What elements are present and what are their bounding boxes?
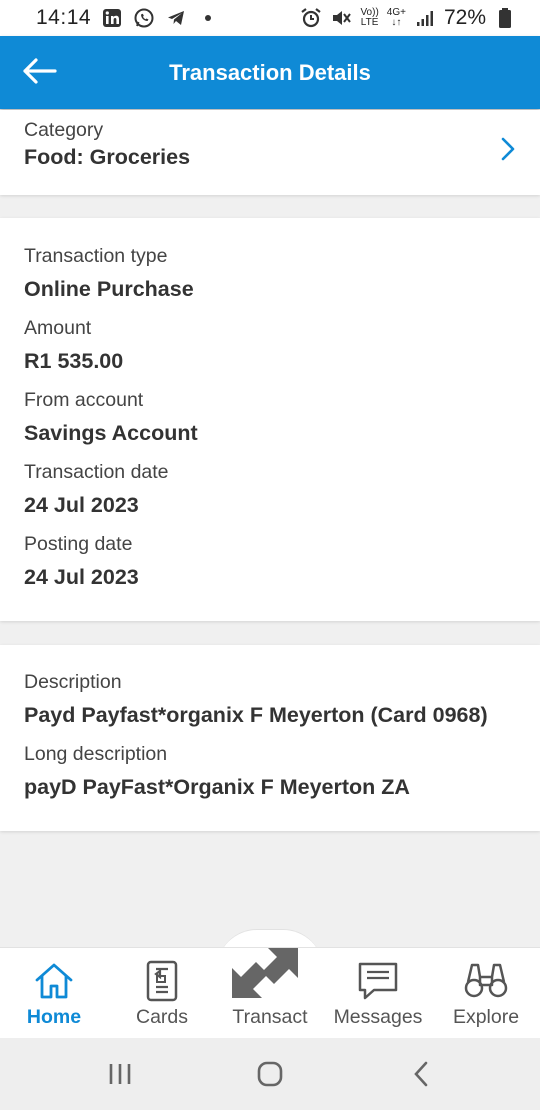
transact-arrows-icon: [230, 944, 300, 1002]
binoculars-icon: [463, 961, 509, 999]
signal-icon: [414, 7, 436, 29]
from-account-label: From account: [24, 389, 144, 411]
status-left: 14:14: [36, 6, 219, 30]
page-title: Transaction Details: [169, 59, 371, 85]
transaction-details-card: Transaction type Online Purchase Amount …: [0, 218, 540, 621]
posting-date-value: 24 Jul 2023: [24, 565, 139, 589]
system-nav-bar: [0, 1038, 540, 1110]
network-4g-icon: 4G+ ↓↑: [387, 8, 406, 28]
network-bottom: ↓↑: [391, 17, 402, 28]
alarm-icon: [300, 7, 322, 29]
long-description-value: payD PayFast*Organix F Meyerton ZA: [24, 775, 410, 799]
recents-icon[interactable]: [100, 1060, 140, 1088]
long-description-label: Long description: [24, 743, 168, 765]
from-account-value: Savings Account: [24, 421, 198, 445]
card-icon: [145, 960, 179, 1002]
transaction-date-label: Transaction date: [24, 461, 169, 483]
status-right: Vo)) LTE 4G+ ↓↑ 72%: [300, 6, 516, 30]
telegram-icon: [165, 7, 187, 29]
battery-icon: [494, 7, 516, 29]
status-bar: 14:14 Vo)) LTE 4G+ ↓↑ 72%: [0, 0, 540, 36]
nav-messages-label: Messages: [333, 1006, 423, 1028]
transaction-type-label: Transaction type: [24, 245, 168, 267]
dot-icon: [197, 7, 219, 29]
chevron-right-icon: [498, 136, 518, 162]
nav-transact-label: Transact: [232, 1006, 308, 1028]
volte-bottom: LTE: [360, 17, 379, 28]
nav-transact[interactable]: Transact: [216, 948, 324, 1039]
category-value: Food: Groceries: [24, 145, 191, 169]
status-time: 14:14: [36, 6, 92, 29]
back-chevron-icon[interactable]: [402, 1060, 442, 1088]
app-header: Transaction Details: [0, 36, 540, 109]
home-icon: [33, 960, 75, 1002]
nav-explore-label: Explore: [452, 1006, 520, 1028]
nav-home[interactable]: Home: [0, 948, 108, 1039]
amount-value: R1 535.00: [24, 349, 124, 373]
nav-cards[interactable]: Cards: [108, 948, 216, 1039]
description-value: Payd Payfast*organix F Meyerton (Card 09…: [24, 703, 488, 727]
battery-percent: 72%: [443, 6, 486, 29]
category-label: Category: [24, 119, 104, 141]
description-card: Description Payd Payfast*organix F Meyer…: [0, 645, 540, 831]
bottom-nav: Home Cards Transact Messages Explore: [0, 947, 540, 1038]
posting-date-label: Posting date: [24, 533, 133, 555]
nav-explore[interactable]: Explore: [432, 948, 540, 1039]
amount-label: Amount: [24, 317, 92, 339]
description-label: Description: [24, 671, 122, 693]
message-icon: [357, 961, 399, 1001]
back-arrow-icon: [21, 57, 57, 90]
home-circle-icon[interactable]: [250, 1060, 290, 1088]
back-button[interactable]: [16, 50, 62, 96]
volte-icon: Vo)) LTE: [360, 8, 378, 28]
transaction-date-value: 24 Jul 2023: [24, 493, 139, 517]
transaction-type-value: Online Purchase: [24, 277, 194, 301]
nav-home-label: Home: [26, 1006, 82, 1028]
whatsapp-icon: [133, 7, 155, 29]
nav-cards-label: Cards: [135, 1006, 189, 1028]
mute-icon: [330, 7, 352, 29]
nav-messages[interactable]: Messages: [324, 948, 432, 1039]
linkedin-icon: [101, 7, 123, 29]
category-row[interactable]: Category Food: Groceries: [0, 110, 540, 195]
